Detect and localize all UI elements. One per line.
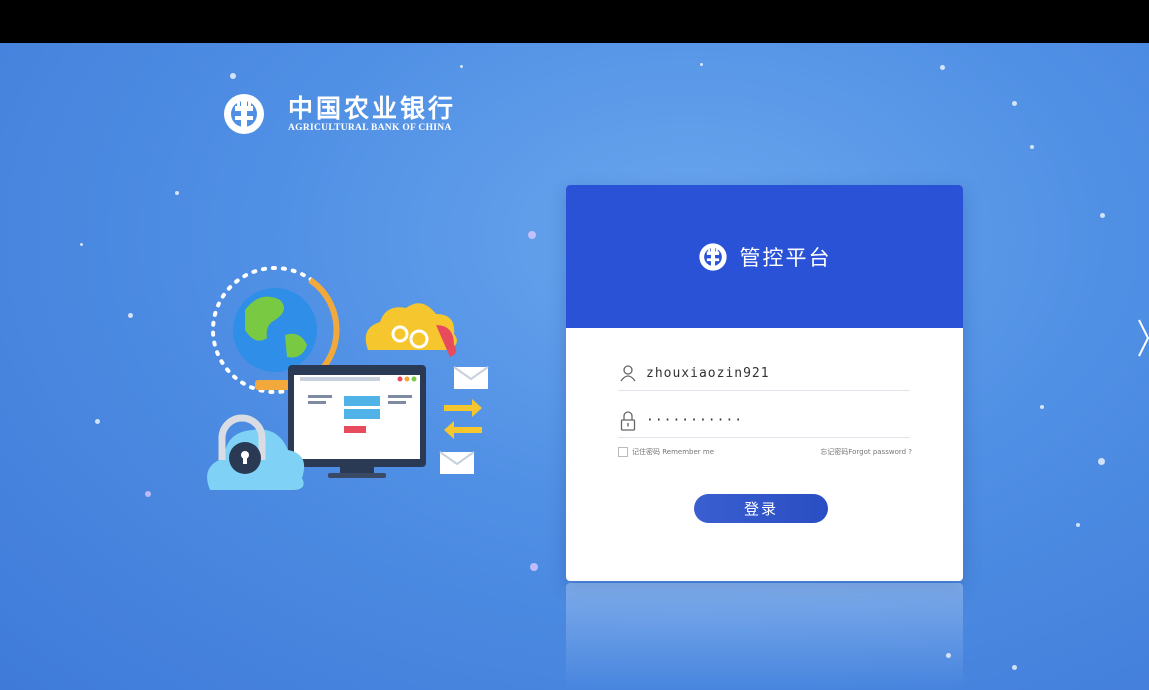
decor-dot — [230, 73, 236, 79]
abc-logo-icon — [224, 94, 264, 134]
decor-dot — [175, 191, 179, 195]
decor-dot — [1030, 145, 1034, 149]
password-input[interactable] — [646, 413, 910, 428]
decor-dot — [1012, 665, 1017, 670]
bank-logo: 中国农业银行 AGRICULTURAL BANK OF CHINA — [222, 92, 456, 136]
decor-dot — [1098, 458, 1105, 465]
decor-dot — [1100, 213, 1105, 218]
decor-dot — [80, 243, 83, 246]
bank-name-en: AGRICULTURAL BANK OF CHINA — [288, 123, 452, 133]
login-card: 管控平台 记住密码 Remember me 忘记密码Forgot passwor… — [566, 185, 963, 581]
decor-dot — [528, 231, 536, 239]
decor-dot — [530, 563, 538, 571]
decor-dot — [1012, 101, 1017, 106]
remember-me-checkbox[interactable] — [618, 447, 628, 457]
platform-title: 管控平台 — [739, 245, 832, 270]
decor-dot — [1076, 523, 1080, 527]
remember-me-label: 记住密码 Remember me — [632, 448, 715, 456]
username-field — [618, 357, 910, 391]
decor-dot — [1040, 405, 1044, 409]
network-illustration — [207, 266, 489, 490]
decor-dot — [700, 63, 703, 66]
user-icon — [618, 364, 638, 384]
password-field — [618, 404, 910, 438]
lock-icon — [618, 410, 638, 431]
chevron-right-icon[interactable] — [1137, 318, 1149, 358]
abc-logo-icon — [698, 242, 727, 271]
remember-me[interactable]: 记住密码 Remember me — [618, 447, 714, 457]
bank-name-cn: 中国农业银行 — [288, 94, 457, 123]
decor-dot — [940, 65, 945, 70]
decor-dot — [95, 419, 100, 424]
decor-dot — [460, 65, 463, 68]
decor-dot — [145, 491, 151, 497]
forgot-password-link[interactable]: 忘记密码Forgot password ? — [820, 447, 912, 457]
login-options: 记住密码 Remember me 忘记密码Forgot password ? — [618, 447, 912, 457]
username-input[interactable] — [646, 366, 910, 381]
login-card-header: 管控平台 — [566, 185, 963, 328]
decor-dot — [128, 313, 133, 318]
login-button[interactable]: 登录 — [694, 494, 828, 523]
top-bar — [0, 0, 1149, 43]
card-reflection — [566, 583, 963, 690]
